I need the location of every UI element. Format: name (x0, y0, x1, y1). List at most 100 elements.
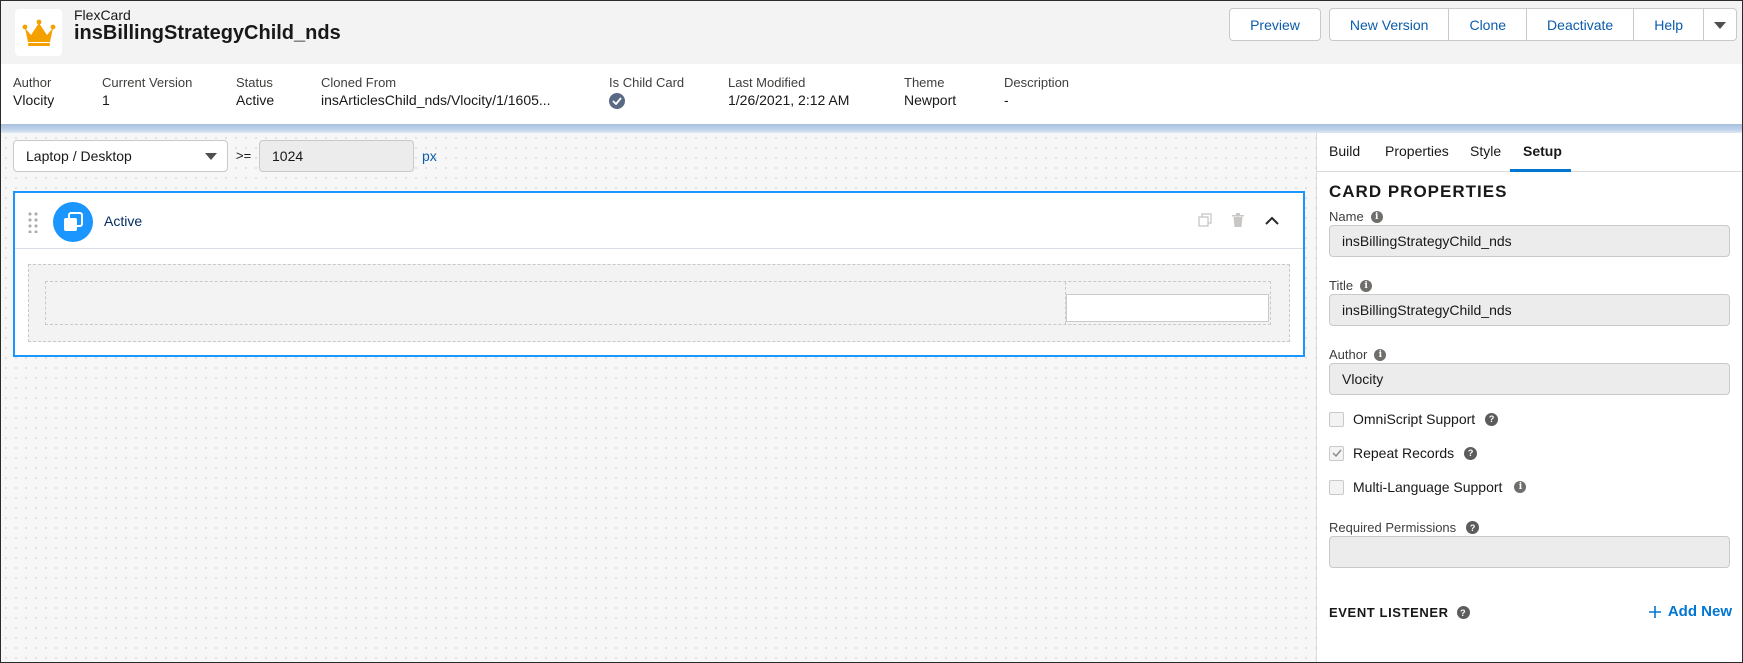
device-select[interactable]: Laptop / Desktop (13, 140, 228, 172)
highlight-value: insArticlesChild_nds/Vlocity/1/1605... (321, 92, 551, 108)
info-icon[interactable]: i (1374, 348, 1387, 361)
copy-icon[interactable] (1198, 213, 1212, 230)
design-canvas: Laptop / Desktop >= 1024 px Active (1, 133, 1316, 662)
repeat-records-label: Repeat Records (1353, 445, 1455, 461)
crown-icon (15, 9, 62, 56)
block-container[interactable] (45, 281, 1271, 325)
info-icon[interactable]: i (1514, 481, 1527, 493)
state-icon (53, 202, 93, 242)
field-slot-container (1065, 282, 1270, 324)
flexcard-designer: FlexCard insBillingStrategyChild_nds Pre… (0, 0, 1743, 663)
repeat-records-checkbox[interactable] (1329, 445, 1344, 461)
required-permissions-label: Required Permissions ? (1329, 520, 1480, 535)
title-field[interactable]: insBillingStrategyChild_nds (1329, 294, 1730, 326)
preview-button[interactable]: Preview (1229, 8, 1321, 41)
highlight-current-version: Current Version 1 (102, 75, 192, 108)
help-button[interactable]: Help (1634, 8, 1704, 41)
object-type-label: FlexCard (74, 7, 131, 23)
tab-build[interactable]: Build (1329, 143, 1360, 159)
device-select-value: Laptop / Desktop (26, 148, 132, 164)
plus-icon (1648, 605, 1661, 618)
highlight-value: Newport (904, 92, 957, 108)
properties-panel: Build Properties Style Setup CARD PROPER… (1316, 133, 1742, 662)
highlight-cloned-from: Cloned From insArticlesChild_nds/Vlocity… (321, 75, 551, 108)
page-title: insBillingStrategyChild_nds (74, 22, 341, 44)
author-field[interactable]: Vlocity (1329, 363, 1730, 395)
permissions-label-text: Required Permissions (1329, 520, 1457, 535)
deactivate-button[interactable]: Deactivate (1527, 8, 1635, 41)
checkmark-icon (1332, 449, 1342, 457)
tab-properties[interactable]: Properties (1385, 143, 1449, 159)
add-new-label: Add New (1667, 603, 1732, 620)
highlight-theme: Theme Newport (904, 75, 956, 108)
unit-label: px (422, 148, 437, 164)
panel-tabs: Build Properties Style Setup (1317, 133, 1742, 172)
add-new-button[interactable]: Add New (1648, 603, 1732, 620)
event-listener-title: EVENT LISTENER (1329, 605, 1449, 620)
highlight-status: Status Active (236, 75, 274, 108)
field-placeholder[interactable] (1066, 294, 1269, 322)
highlight-value: 1 (102, 92, 110, 108)
highlight-label: Is Child Card (609, 75, 685, 90)
highlight-is-child-card: Is Child Card (609, 75, 684, 109)
caret-down-icon (205, 153, 217, 160)
highlight-label: Cloned From (321, 75, 397, 90)
drag-handle-icon[interactable] (27, 211, 39, 233)
highlight-label: Current Version (102, 75, 193, 90)
decorative-band (1, 124, 1742, 133)
state-body-block[interactable] (28, 264, 1290, 342)
highlights-panel: Author Vlocity Current Version 1 Status … (1, 64, 1742, 124)
highlight-last-modified: Last Modified 1/26/2021, 2:12 AM (728, 75, 849, 108)
highlight-label: Theme (904, 75, 945, 90)
highlight-value: Vlocity (13, 92, 55, 108)
highlight-label: Status (236, 75, 273, 90)
help-icon[interactable]: ? (1456, 606, 1470, 619)
trash-icon[interactable] (1232, 213, 1244, 230)
checkmark-icon (609, 93, 625, 109)
highlight-label: Author (13, 75, 52, 90)
title-field-label: Title i (1329, 278, 1373, 293)
highlight-value: 1/26/2021, 2:12 AM (728, 92, 850, 108)
tab-setup[interactable]: Setup (1523, 143, 1562, 159)
help-icon[interactable]: ? (1464, 446, 1478, 460)
author-label-text: Author (1329, 347, 1368, 362)
omniscript-support-row: OmniScript Support ? (1329, 411, 1499, 427)
name-field-label: Name i (1329, 209, 1383, 224)
card-state-active[interactable]: Active (13, 191, 1305, 357)
title-label-text: Title (1329, 278, 1354, 293)
multi-language-checkbox[interactable] (1329, 479, 1344, 495)
info-icon[interactable]: i (1360, 279, 1373, 292)
page-header: FlexCard insBillingStrategyChild_nds Pre… (1, 1, 1742, 64)
highlight-description: Description - (1004, 75, 1069, 108)
width-operator: >= (236, 148, 252, 163)
required-permissions-field[interactable] (1329, 536, 1730, 568)
chevron-up-icon[interactable] (1265, 213, 1279, 229)
new-version-button[interactable]: New Version (1328, 8, 1450, 41)
help-icon[interactable]: ? (1485, 412, 1499, 426)
highlight-value: Active (236, 92, 275, 108)
highlight-label: Last Modified (728, 75, 806, 90)
more-actions-button[interactable] (1704, 8, 1737, 41)
header-actions: Preview New Version Clone Deactivate Hel… (1229, 8, 1737, 41)
action-button-group: New Version Clone Deactivate Help (1328, 8, 1737, 41)
info-icon[interactable]: i (1370, 210, 1383, 223)
omniscript-support-checkbox[interactable] (1329, 411, 1344, 427)
active-tab-indicator (1510, 169, 1571, 172)
omniscript-support-label: OmniScript Support (1353, 411, 1476, 427)
section-title: CARD PROPERTIES (1329, 182, 1508, 201)
highlight-author: Author Vlocity (13, 75, 54, 108)
multi-language-label: Multi-Language Support (1353, 479, 1503, 495)
multi-language-row: Multi-Language Support i (1329, 479, 1527, 495)
name-field[interactable]: insBillingStrategyChild_nds (1329, 225, 1730, 257)
tab-style[interactable]: Style (1470, 143, 1501, 159)
state-header: Active (15, 193, 1303, 249)
clone-button[interactable]: Clone (1449, 8, 1528, 41)
highlight-value: - (1004, 92, 1009, 108)
author-field-label: Author i (1329, 347, 1387, 362)
repeat-records-row: Repeat Records ? (1329, 445, 1478, 461)
name-label-text: Name (1329, 209, 1364, 224)
breakpoint-width-input[interactable]: 1024 (259, 140, 414, 172)
chevron-down-icon (1714, 17, 1726, 33)
state-name: Active (104, 213, 143, 229)
help-icon[interactable]: ? (1466, 521, 1480, 534)
